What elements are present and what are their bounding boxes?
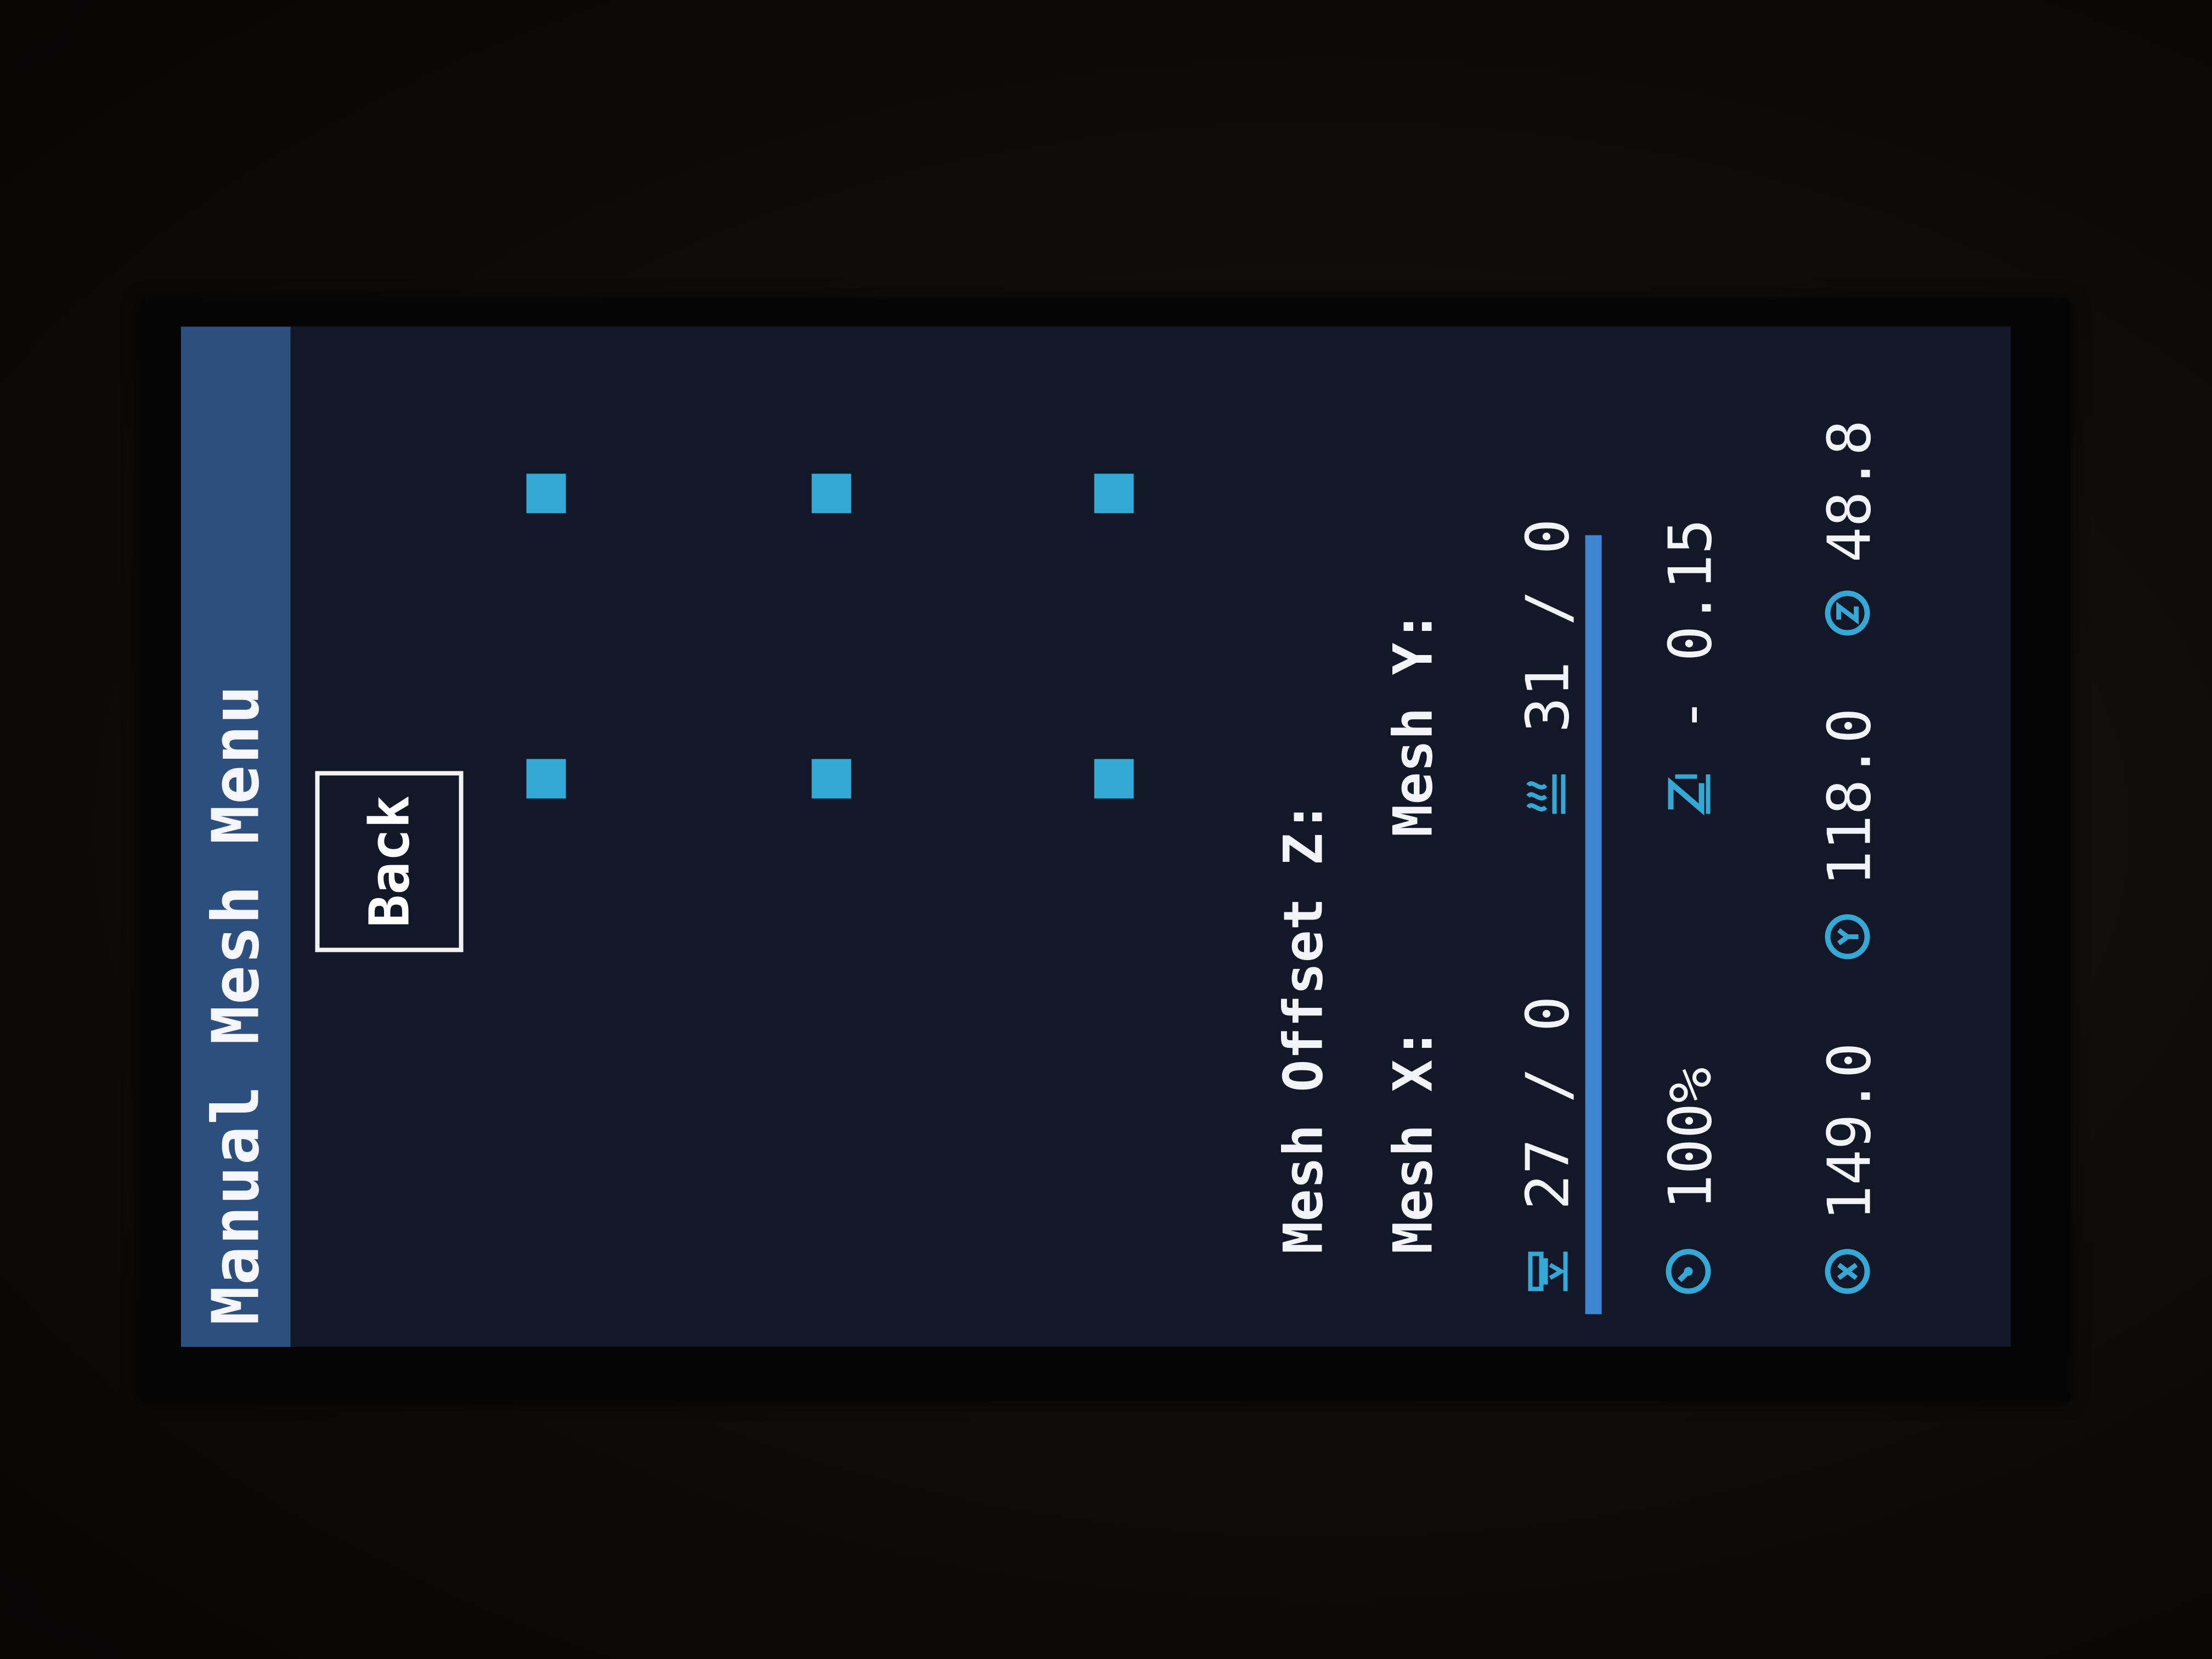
progress-fill [1585, 535, 1602, 1314]
display-content: Manual Mesh Menu Back Mesh Offset Z: Mes… [181, 326, 2011, 1347]
z-offset-value: - 0.15 [1656, 518, 1725, 733]
mesh-point-r2c2[interactable] [811, 473, 851, 514]
mesh-offset-z-label: Mesh Offset Z: [1272, 800, 1335, 1254]
mesh-point-r1c3[interactable] [1094, 759, 1134, 799]
back-button[interactable]: Back [315, 771, 464, 952]
z-axis-icon [1821, 587, 1874, 640]
mesh-x-label: Mesh X: [1382, 1027, 1445, 1254]
z-position-value: 48.8 [1815, 420, 1884, 563]
hotend-icon [1520, 1245, 1572, 1298]
lcd-screen: Manual Mesh Menu Back Mesh Offset Z: Mes… [181, 326, 2011, 1347]
bed-temperature-value: 31 / 0 [1514, 518, 1583, 733]
progress-bar [1585, 535, 1602, 1314]
x-axis-icon [1821, 1245, 1874, 1298]
mesh-point-r1c2[interactable] [811, 759, 851, 799]
speed-icon [1662, 1245, 1715, 1298]
x-position-value: 149.0 [1815, 1042, 1884, 1221]
title-bar: Manual Mesh Menu [181, 326, 291, 1347]
y-position-value: 118.0 [1815, 708, 1884, 887]
mesh-point-r1c1[interactable] [526, 759, 566, 799]
speed-value: 100% [1656, 1067, 1725, 1210]
mesh-point-r2c1[interactable] [526, 473, 566, 514]
z-offset-icon [1662, 768, 1715, 821]
page-title: Manual Mesh Menu [198, 684, 274, 1325]
bed-icon [1520, 768, 1572, 821]
mesh-point-r2c3[interactable] [1094, 473, 1134, 514]
mesh-y-label: Mesh Y: [1382, 610, 1445, 837]
hotend-temperature-value: 27 / 0 [1514, 996, 1583, 1210]
y-axis-icon [1821, 911, 1874, 963]
